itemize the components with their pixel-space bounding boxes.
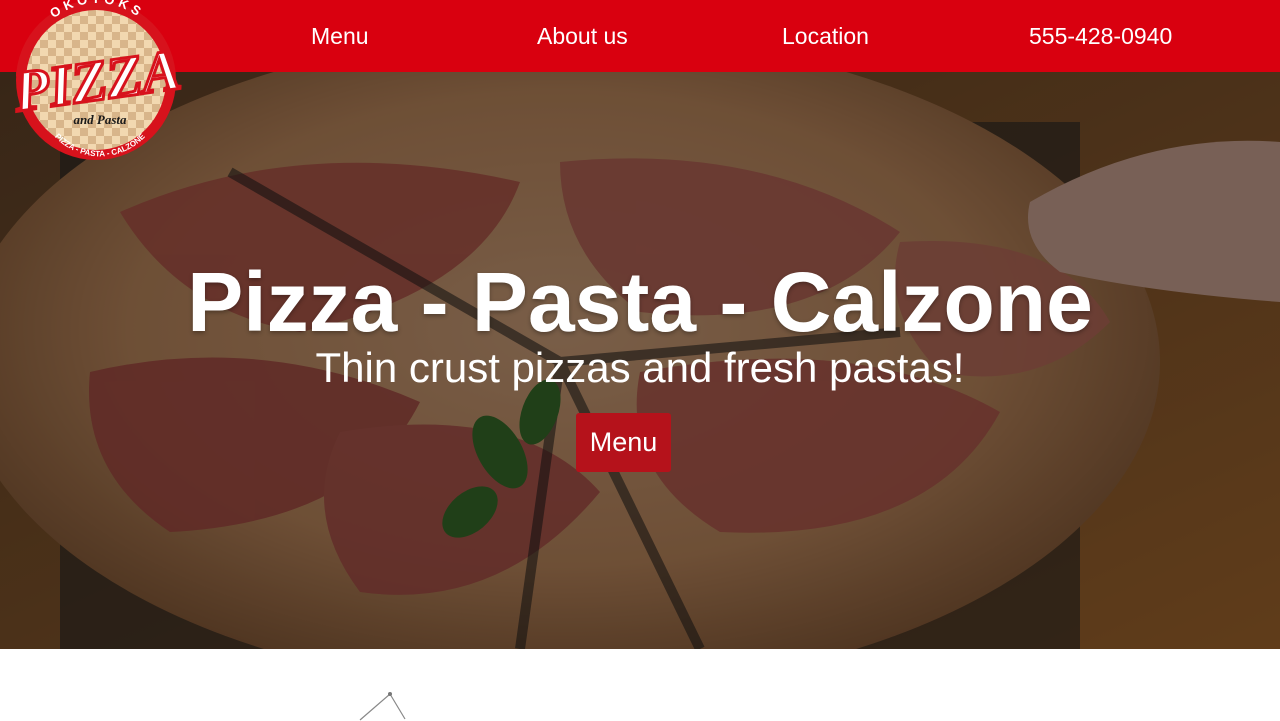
nav-link-about-us[interactable]: About us bbox=[537, 20, 628, 52]
page: Pizza - Pasta - Calzone Thin crust pizza… bbox=[0, 0, 1280, 721]
below-fold-section bbox=[0, 649, 1280, 721]
nav-link-menu[interactable]: Menu bbox=[311, 20, 369, 52]
hero-subtitle: Thin crust pizzas and fresh pastas! bbox=[315, 344, 965, 391]
nav-link-location[interactable]: Location bbox=[782, 20, 869, 52]
okotoks-pizza-logo[interactable]: OKOTOKS PIZZA and Pasta PIZZA - PASTA - … bbox=[0, 0, 195, 165]
nav-link-phone[interactable]: 555-428-0940 bbox=[1029, 20, 1172, 52]
logo-sub-text: and Pasta bbox=[73, 112, 127, 127]
hero-menu-button[interactable]: Menu bbox=[576, 413, 671, 472]
decorative-line-art bbox=[359, 692, 406, 721]
hero-title: Pizza - Pasta - Calzone bbox=[187, 255, 1093, 349]
